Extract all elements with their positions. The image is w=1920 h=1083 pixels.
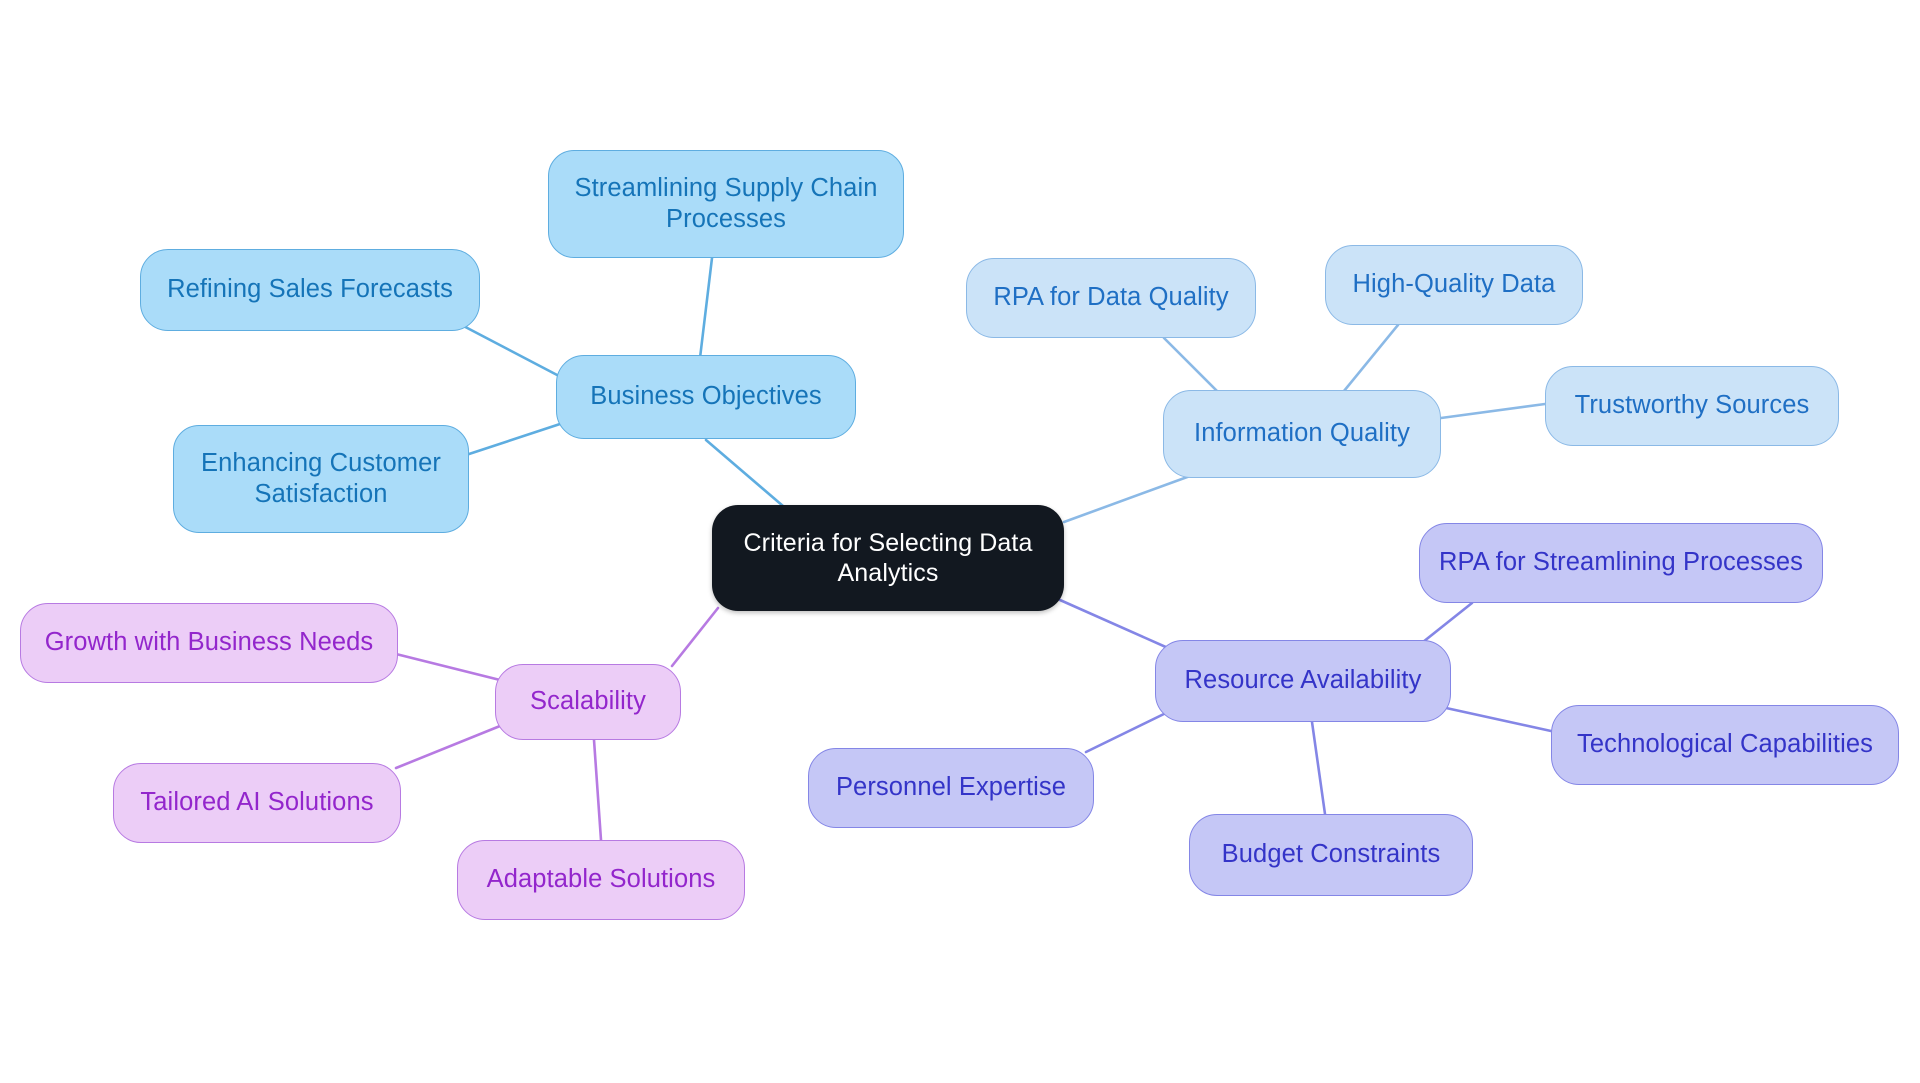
mindmap-edge [394, 724, 502, 770]
mindmap-edge [1062, 474, 1192, 524]
mindmap-edge [1439, 402, 1547, 420]
mindmap-edge [1310, 720, 1327, 816]
mindmap-edge [698, 256, 714, 360]
mindmap-edge [1435, 704, 1553, 733]
mindmap-node-rpa-for-streamlining-processes[interactable]: RPA for Streamlining Processes [1419, 523, 1823, 603]
mindmap-node-label: Resource Availability [1184, 666, 1422, 695]
mindmap-node-label: Criteria for Selecting Data Analytics [743, 528, 1033, 588]
mindmap-node-growth-with-business-needs[interactable]: Growth with Business Needs [20, 603, 398, 683]
mindmap-node-adaptable-solutions[interactable]: Adaptable Solutions [457, 840, 745, 920]
mindmap-edge [1342, 323, 1400, 393]
mindmap-node-resource-availability[interactable]: Resource Availability [1155, 640, 1451, 722]
mindmap-node-label: Personnel Expertise [835, 773, 1067, 802]
mindmap-node-business-objectives[interactable]: Business Objectives [556, 355, 856, 439]
mindmap-node-high-quality-data[interactable]: High-Quality Data [1325, 245, 1583, 325]
mindmap-node-label: Enhancing Customer Satisfaction [201, 448, 441, 508]
mindmap-node-refining-sales-forecasts[interactable]: Refining Sales Forecasts [140, 249, 480, 331]
mindmap-node-label: Business Objectives [590, 382, 822, 411]
mindmap-node-label: Streamlining Supply Chain Processes [574, 173, 878, 233]
mindmap-edge [704, 438, 792, 514]
mindmap-edge [464, 422, 562, 457]
mindmap-node-label: Technological Capabilities [1576, 730, 1874, 759]
mindmap-node-rpa-for-data-quality[interactable]: RPA for Data Quality [966, 258, 1256, 338]
mindmap-node-personnel-expertise[interactable]: Personnel Expertise [808, 748, 1094, 828]
mindmap-node-root[interactable]: Criteria for Selecting Data Analytics [712, 505, 1064, 611]
mindmap-node-label: Tailored AI Solutions [140, 788, 374, 817]
mindmap-node-label: RPA for Data Quality [993, 283, 1229, 312]
mindmap-edge [592, 738, 603, 842]
mindmap-node-label: Trustworthy Sources [1574, 391, 1810, 420]
mindmap-node-tailored-ai-solutions[interactable]: Tailored AI Solutions [113, 763, 401, 843]
mindmap-node-technological-capabilities[interactable]: Technological Capabilities [1551, 705, 1899, 785]
mindmap-node-label: Growth with Business Needs [44, 628, 374, 657]
mindmap-node-label: High-Quality Data [1352, 270, 1556, 299]
mindmap-node-label: Information Quality [1194, 419, 1410, 448]
mindmap-node-label: Refining Sales Forecasts [167, 275, 453, 304]
mindmap-node-label: Budget Constraints [1221, 840, 1441, 869]
mindmap-edge [1058, 598, 1170, 650]
mindmap-node-streamlining-supply-chain-processes[interactable]: Streamlining Supply Chain Processes [548, 150, 904, 258]
mindmap-node-scalability[interactable]: Scalability [495, 664, 681, 740]
mindmap-node-trustworthy-sources[interactable]: Trustworthy Sources [1545, 366, 1839, 446]
mindmap-edge [450, 318, 561, 378]
mindmap-node-enhancing-customer-satisfaction[interactable]: Enhancing Customer Satisfaction [173, 425, 469, 533]
mindmap-edge [394, 652, 502, 682]
mindmap-canvas: Criteria for Selecting Data Analytics Bus… [0, 0, 1920, 1083]
mindmap-node-label: Adaptable Solutions [486, 865, 716, 894]
mindmap-edge [1084, 710, 1170, 754]
mindmap-node-label: RPA for Streamlining Processes [1439, 548, 1803, 577]
mindmap-edge [1162, 336, 1220, 394]
mindmap-node-budget-constraints[interactable]: Budget Constraints [1189, 814, 1473, 896]
mindmap-node-label: Scalability [530, 687, 646, 716]
mindmap-node-information-quality[interactable]: Information Quality [1163, 390, 1441, 478]
mindmap-edge [670, 606, 720, 668]
mindmap-edge [1421, 601, 1474, 644]
